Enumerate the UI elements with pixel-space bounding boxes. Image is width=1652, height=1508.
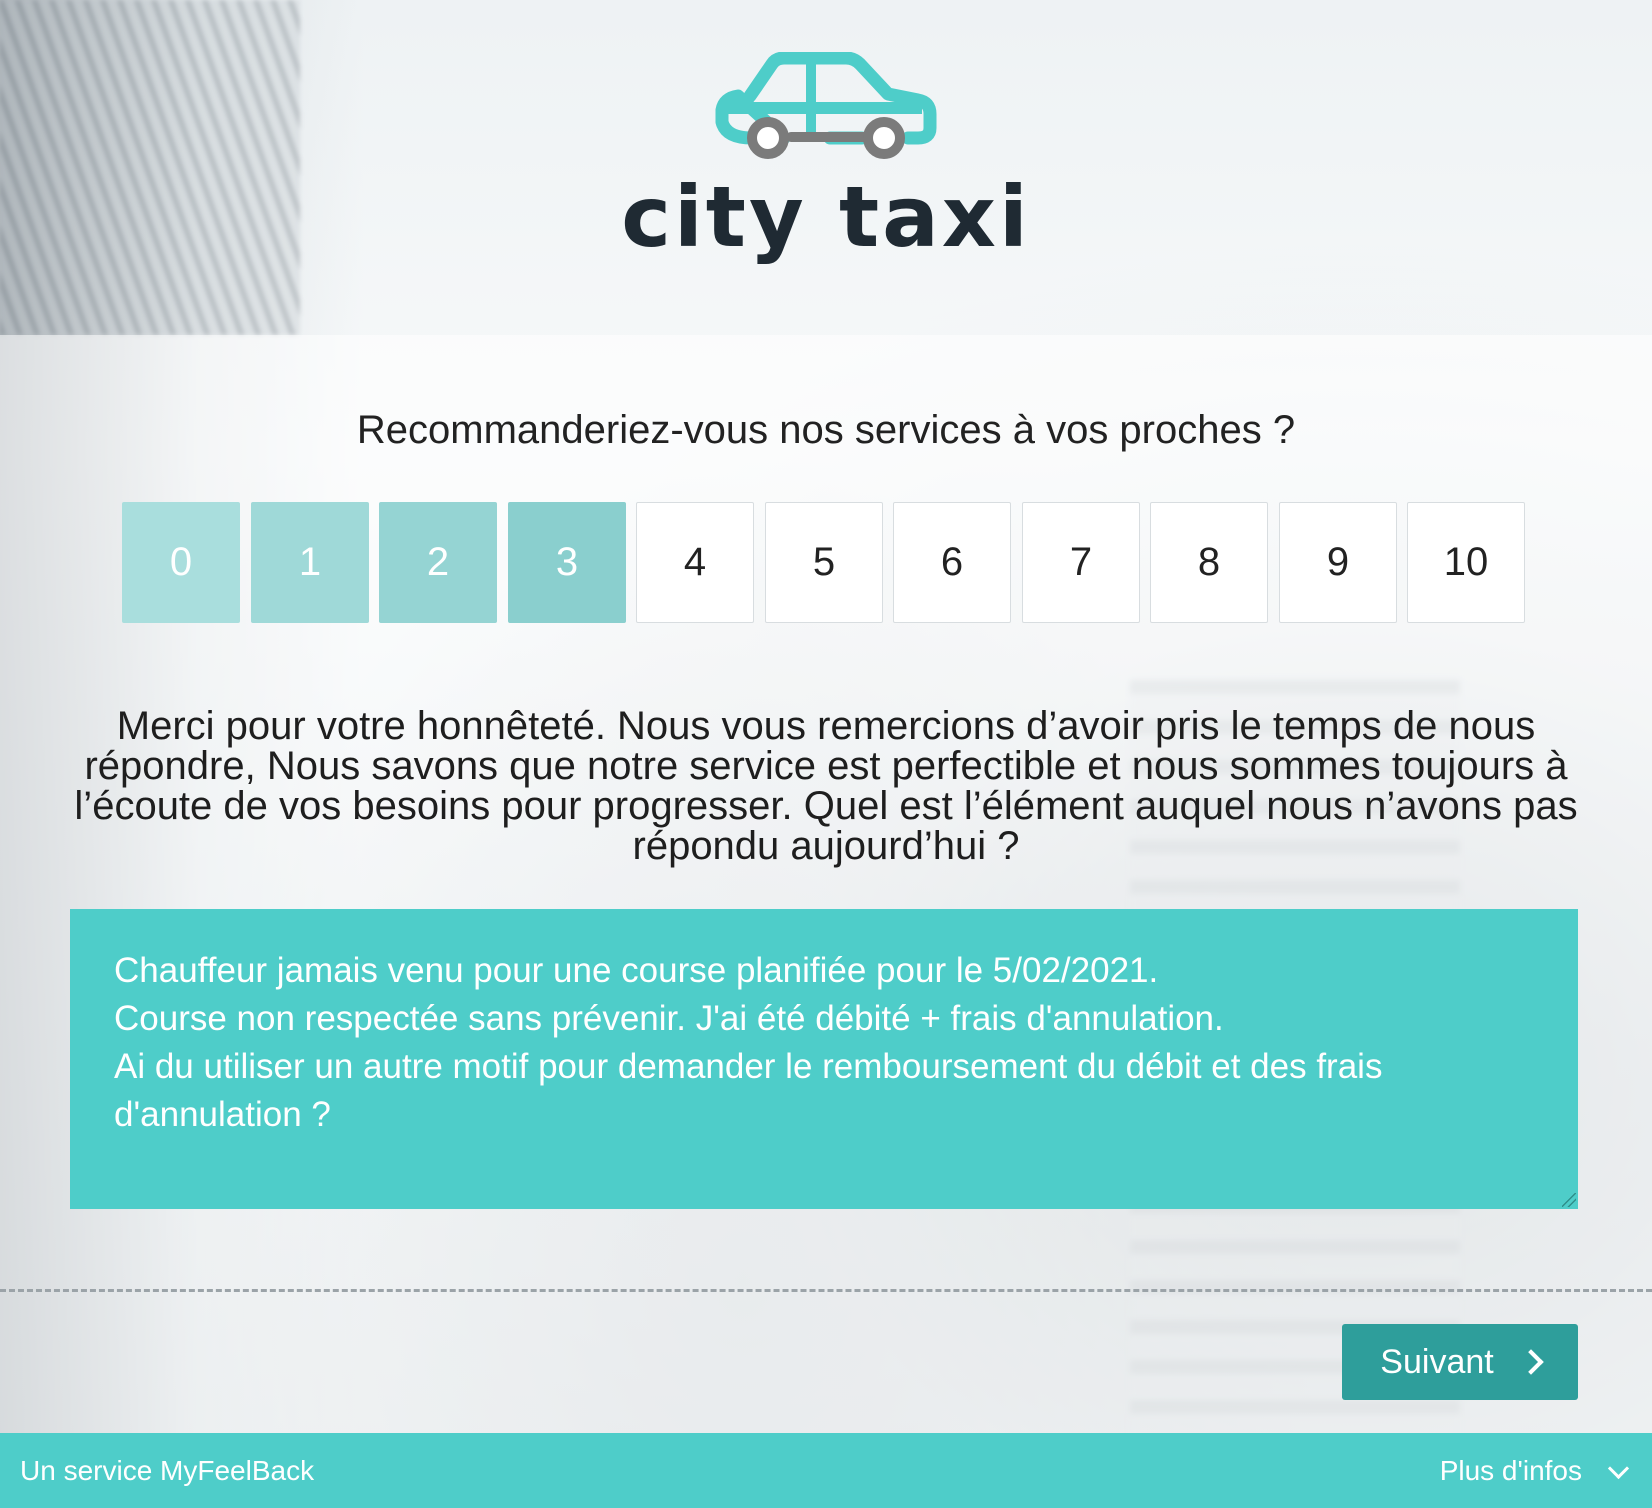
scale-option-3[interactable]: 3 <box>508 502 626 623</box>
scale-option-2[interactable]: 2 <box>379 502 497 623</box>
scale-option-0[interactable]: 0 <box>122 502 240 623</box>
answer-line-1: Chauffeur jamais venu pour une course pl… <box>114 951 1159 990</box>
footer: Un service MyFeelBack Plus d'infos <box>0 1433 1652 1508</box>
next-button[interactable]: Suivant <box>1342 1324 1578 1400</box>
answer-line-2: Course non respectée sans prévenir. J'ai… <box>114 999 1224 1038</box>
answer-line-3: Ai du utiliser un autre motif pour deman… <box>114 1047 1383 1134</box>
followup-text: Merci pour votre honnêteté. Nous vous re… <box>74 704 1578 868</box>
footer-service-text: Un service MyFeelBack <box>20 1455 315 1486</box>
scale-option-7[interactable]: 7 <box>1022 502 1140 623</box>
more-info-link[interactable]: Plus d'infos <box>1440 1455 1582 1487</box>
scale-option-8[interactable]: 8 <box>1150 502 1268 623</box>
survey-question: Recommanderiez-vous nos services à vos p… <box>356 408 1296 452</box>
survey-card <box>0 335 1652 1435</box>
brand-name: city taxi <box>621 168 1031 266</box>
chevron-down-icon[interactable] <box>1607 1457 1630 1480</box>
scale-option-9[interactable]: 9 <box>1279 502 1397 623</box>
answer-textarea[interactable]: Chauffeur jamais venu pour une course pl… <box>70 909 1578 1209</box>
scale-option-6[interactable]: 6 <box>893 502 1011 623</box>
chevron-right-icon <box>1517 1349 1544 1375</box>
scale-option-5[interactable]: 5 <box>765 502 883 623</box>
next-button-label: Suivant <box>1380 1342 1494 1381</box>
divider <box>0 1289 1652 1292</box>
resize-grip-icon[interactable] <box>1562 1193 1576 1207</box>
header: city taxi <box>0 0 1652 335</box>
scale-option-10[interactable]: 10 <box>1407 502 1525 623</box>
taxi-car-icon <box>715 52 937 159</box>
scale-option-4[interactable]: 4 <box>636 502 754 623</box>
scale-option-1[interactable]: 1 <box>251 502 369 623</box>
